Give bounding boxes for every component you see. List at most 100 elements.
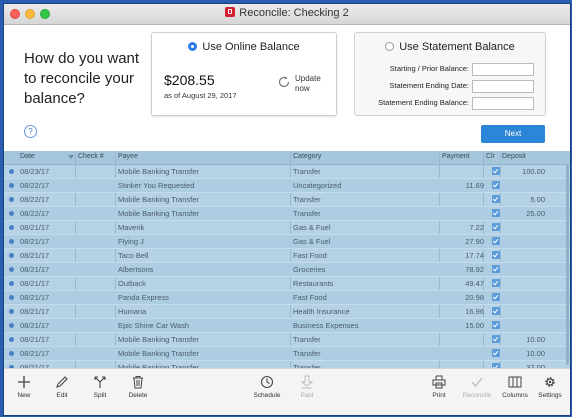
starting-balance-label: Starting / Prior Balance: <box>389 64 469 73</box>
date-cell: 08/21/17 <box>20 223 50 232</box>
cleared-checkbox[interactable] <box>492 279 500 287</box>
starting-balance-input[interactable] <box>472 63 534 76</box>
edit-label: Edit <box>56 392 68 399</box>
window-title: Reconcile: Checking 2 <box>4 7 570 19</box>
payee-cell: Humana <box>118 307 147 316</box>
date-cell: 08/21/17 <box>20 349 50 358</box>
settings-label: Settings <box>538 392 562 399</box>
delete-button[interactable]: Delete <box>118 375 158 399</box>
radio-unselected-icon[interactable] <box>385 42 395 51</box>
cleared-checkbox[interactable] <box>492 307 500 315</box>
category-cell: Transfer <box>293 167 321 176</box>
category-cell: Restaurants <box>293 279 334 288</box>
row-status-dot-icon <box>9 197 14 202</box>
sort-descending-icon[interactable] <box>68 155 74 159</box>
cleared-checkbox[interactable] <box>492 223 500 231</box>
ending-balance-input[interactable] <box>472 97 534 110</box>
column-deposit[interactable]: Deposit <box>502 153 526 160</box>
table-row[interactable]: 08/22/17 Mobile Banking Transfer Transfer 2… <box>4 207 570 221</box>
ending-balance-row: Statement Ending Balance: <box>355 97 545 110</box>
paid-button[interactable]: Paid <box>287 375 327 399</box>
split-button[interactable]: Split <box>80 375 120 399</box>
online-balance-option[interactable]: Use Online Balance $208.55 as of August … <box>151 32 337 116</box>
settings-button[interactable]: Settings <box>530 375 570 399</box>
payment-cell: 49.47 <box>465 279 484 288</box>
date-cell: 08/21/17 <box>20 293 50 302</box>
cleared-checkbox[interactable] <box>492 237 500 245</box>
table-scrollbar[interactable] <box>566 165 569 365</box>
category-cell: Transfer <box>293 195 321 204</box>
payee-cell: Taco Bell <box>118 251 149 260</box>
row-status-dot-icon <box>9 183 14 188</box>
cleared-checkbox[interactable] <box>492 321 500 329</box>
update-now-label: Update now <box>295 74 321 93</box>
column-payment[interactable]: Payment <box>442 153 470 160</box>
columns-button[interactable]: Columns <box>495 375 535 399</box>
table-row[interactable]: 08/22/17 Stinker You Requested Uncategoriz… <box>4 179 570 193</box>
ending-date-input[interactable] <box>472 80 534 93</box>
cleared-checkbox[interactable] <box>492 167 500 175</box>
cleared-checkbox[interactable] <box>492 209 500 217</box>
ending-balance-label: Statement Ending Balance: <box>378 98 469 107</box>
trash-icon <box>133 376 143 389</box>
cleared-checkbox[interactable] <box>492 181 500 189</box>
payment-cell: 7.22 <box>469 223 484 232</box>
table-row[interactable]: 08/21/17 Maverik Gas & Fuel 7.22 <box>4 221 570 235</box>
table-row[interactable]: 08/21/17 Panda Express Fast Food 20.98 <box>4 291 570 305</box>
reconcile-button[interactable]: Reconcile <box>457 375 497 399</box>
table-row[interactable]: 08/21/17 Mobile Banking Transfer Transfer 1… <box>4 333 570 347</box>
table-row[interactable]: 08/21/17 Mobile Banking Transfer Transfer 3… <box>4 361 570 368</box>
print-button[interactable]: Print <box>419 375 459 399</box>
statement-balance-label: Use Statement Balance <box>399 41 515 53</box>
help-button[interactable]: ? <box>24 125 37 138</box>
next-button[interactable]: Next <box>481 125 545 143</box>
statement-balance-option[interactable]: Use Statement Balance Starting / Prior B… <box>354 32 546 116</box>
row-status-dot-icon <box>9 253 14 258</box>
table-row[interactable]: 08/21/17 Epic Shine Car Wash Business Expe… <box>4 319 570 333</box>
table-row[interactable]: 08/21/17 Mobile Banking Transfer Transfer 1… <box>4 347 570 361</box>
table-row[interactable]: 08/22/17 Mobile Banking Transfer Transfer 5… <box>4 193 570 207</box>
table-header: Date Check # Payee Category Payment Clr … <box>4 151 570 165</box>
cleared-checkbox[interactable] <box>492 265 500 273</box>
cleared-checkbox[interactable] <box>492 335 500 343</box>
payee-cell: Mobile Banking Transfer <box>118 349 199 358</box>
column-cleared[interactable]: Clr <box>486 153 495 160</box>
column-payee[interactable]: Payee <box>118 153 138 160</box>
payment-cell: 27.90 <box>465 237 484 246</box>
schedule-button[interactable]: Schedule <box>247 375 287 399</box>
delete-label: Delete <box>128 392 148 399</box>
date-cell: 08/23/17 <box>20 167 50 176</box>
radio-selected-icon[interactable] <box>188 42 198 51</box>
cleared-checkbox[interactable] <box>492 293 500 301</box>
category-cell: Groceries <box>293 265 326 274</box>
pencil-icon <box>56 376 68 388</box>
refresh-icon[interactable] <box>277 75 291 89</box>
column-check-number[interactable]: Check # <box>78 153 104 160</box>
row-status-dot-icon <box>9 267 14 272</box>
table-row[interactable]: 08/21/17 Taco Bell Fast Food 17.74 <box>4 249 570 263</box>
row-status-dot-icon <box>9 239 14 244</box>
edit-button[interactable]: Edit <box>42 375 82 399</box>
new-button[interactable]: New <box>4 375 44 399</box>
category-cell: Gas & Fuel <box>293 237 331 246</box>
table-row[interactable]: 08/21/17 Humana Health Insurance 16.96 <box>4 305 570 319</box>
table-row[interactable]: 08/21/17 Albertsons Groceries 78.92 <box>4 263 570 277</box>
update-now-button[interactable]: Update now <box>295 74 327 94</box>
table-row[interactable]: 08/21/17 Outback Restaurants 49.47 <box>4 277 570 291</box>
paid-icon <box>300 375 314 389</box>
cleared-checkbox[interactable] <box>492 251 500 259</box>
statement-balance-radio[interactable]: Use Statement Balance <box>355 41 545 53</box>
columns-icon <box>508 376 522 388</box>
paid-label: Paid <box>300 392 314 399</box>
column-date[interactable]: Date <box>20 153 35 160</box>
table-row[interactable]: 08/21/17 Flying J Gas & Fuel 27.90 <box>4 235 570 249</box>
online-balance-radio[interactable]: Use Online Balance <box>152 41 336 53</box>
cleared-checkbox[interactable] <box>492 195 500 203</box>
table-row[interactable]: 08/23/17 Mobile Banking Transfer Transfer 1… <box>4 165 570 179</box>
payee-cell: Flying J <box>118 237 144 246</box>
ending-date-row: Statement Ending Date: <box>355 80 545 93</box>
date-cell: 08/21/17 <box>20 237 50 246</box>
column-category[interactable]: Category <box>293 153 321 160</box>
cleared-checkbox[interactable] <box>492 349 500 357</box>
row-status-dot-icon <box>9 351 14 356</box>
